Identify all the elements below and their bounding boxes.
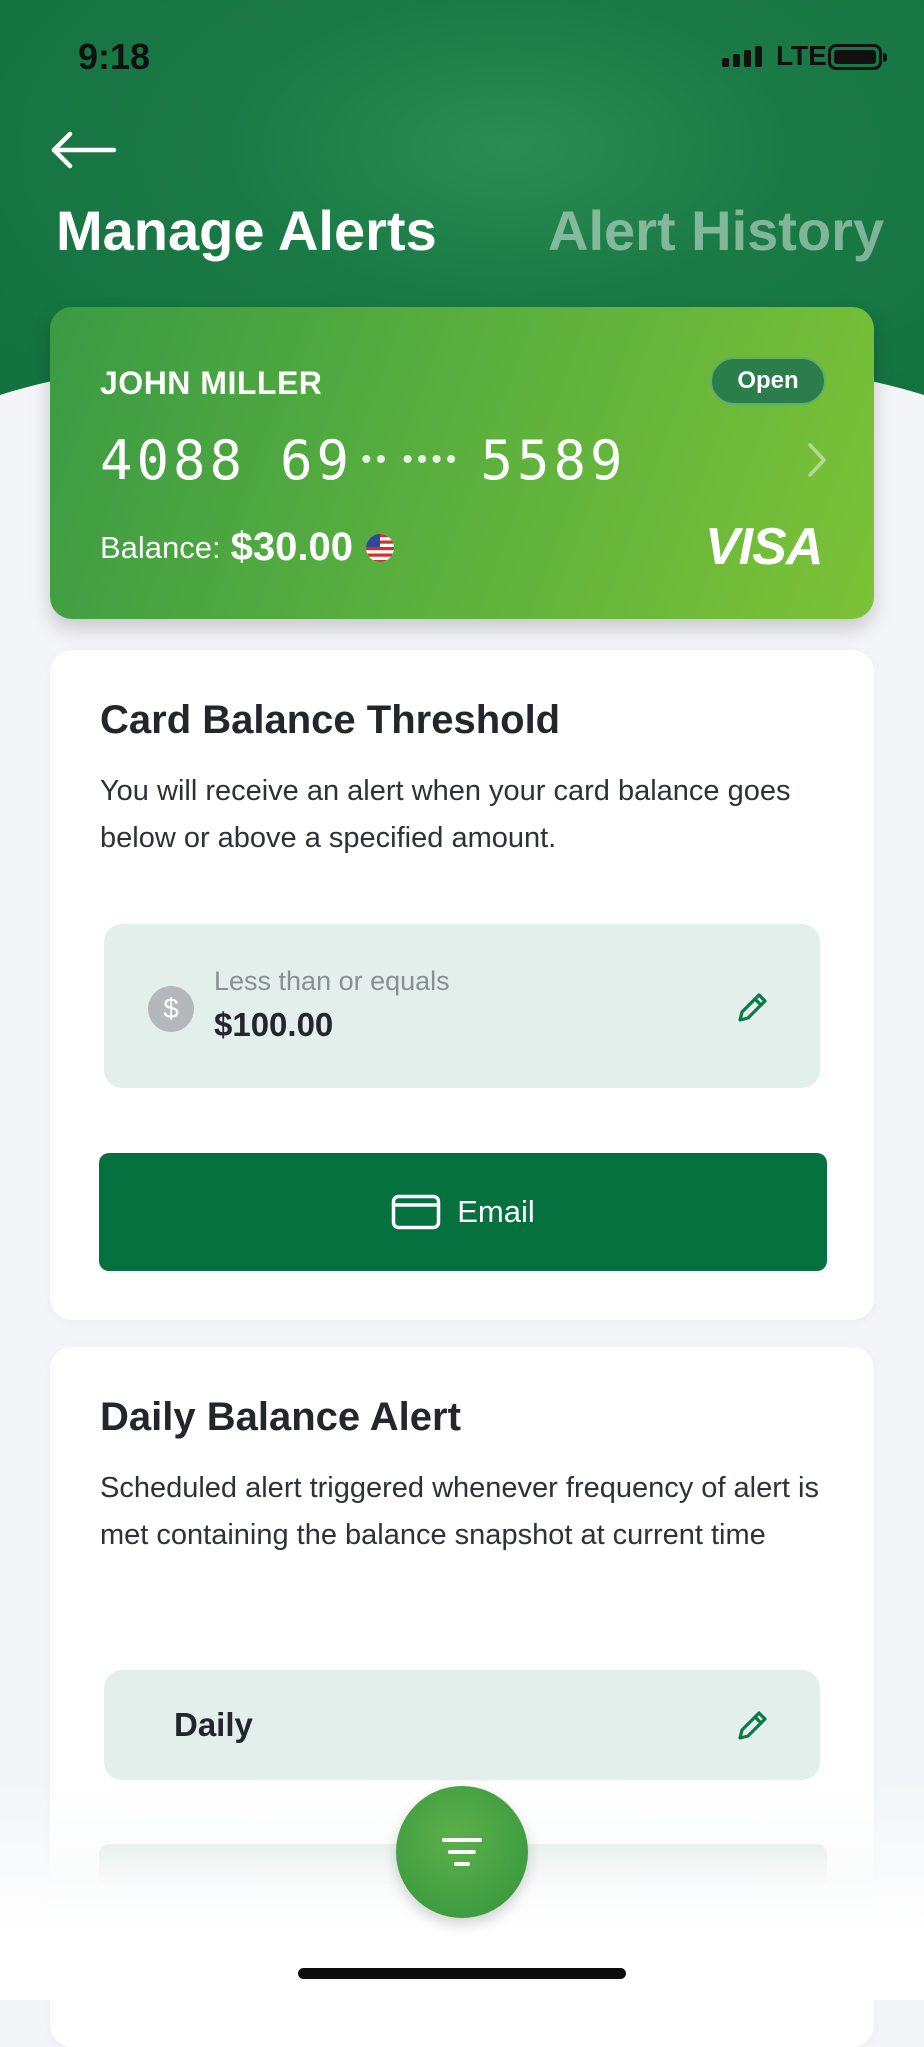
filter-icon: [442, 1838, 482, 1866]
email-button-label: Email: [457, 1194, 535, 1229]
card-holder-name: JOHN MILLER: [100, 365, 323, 401]
balance-label: Balance:: [100, 529, 221, 565]
card-number-last: 5589: [480, 428, 627, 492]
dollar-icon: $: [148, 986, 194, 1032]
network-label: LTE: [776, 40, 827, 71]
home-indicator: [298, 1968, 626, 1979]
threshold-amount: $100.00: [214, 1006, 334, 1043]
card-number-masked: •• ••••: [361, 443, 461, 476]
frequency-field[interactable]: Daily: [104, 1670, 820, 1780]
status-time: 9:18: [78, 36, 151, 77]
pencil-icon[interactable]: [734, 1706, 772, 1744]
card-number-group-1: 4088: [100, 428, 247, 492]
pencil-icon[interactable]: [734, 988, 772, 1026]
visa-logo: VISA: [705, 518, 823, 576]
battery-icon: [828, 44, 887, 70]
card-details-chevron[interactable]: [802, 435, 832, 485]
daily-alert-description: Scheduled alert triggered whenever frequ…: [100, 1472, 819, 1551]
tab-alert-history[interactable]: Alert History: [548, 198, 884, 263]
tab-manage-alerts[interactable]: Manage Alerts: [56, 198, 437, 263]
threshold-title: Card Balance Threshold: [100, 698, 561, 742]
card-balance: Balance: $30.00: [100, 525, 395, 570]
status-badge: Open: [710, 357, 826, 405]
signal-icon: [722, 46, 762, 67]
envelope-icon: [391, 1194, 441, 1230]
filter-button[interactable]: [396, 1786, 528, 1918]
threshold-description: You will receive an alert when your card…: [100, 775, 791, 854]
daily-alert-title: Daily Balance Alert: [100, 1395, 461, 1439]
card-number-group-2: 69: [280, 428, 354, 492]
credit-card[interactable]: JOHN MILLER Open 4088 69 •• •••• 5589 Ba…: [50, 307, 874, 619]
back-arrow-icon: [51, 131, 117, 169]
back-button[interactable]: [50, 128, 120, 178]
email-channel-button[interactable]: Email: [99, 1153, 827, 1271]
frequency-value: Daily: [174, 1706, 253, 1743]
card-number: 4088 69 •• •••• 5589: [100, 425, 626, 495]
threshold-amount-field[interactable]: $ Less than or equals $100.00: [104, 924, 820, 1088]
chevron-right-icon: [808, 443, 826, 477]
us-flag-icon: [365, 533, 394, 562]
balance-value: $30.00: [230, 525, 353, 569]
threshold-panel: Card Balance Threshold You will receive …: [50, 650, 874, 1320]
status-bar: 9:18 LTE: [0, 0, 924, 110]
threshold-condition-label: Less than or equals: [214, 966, 450, 996]
